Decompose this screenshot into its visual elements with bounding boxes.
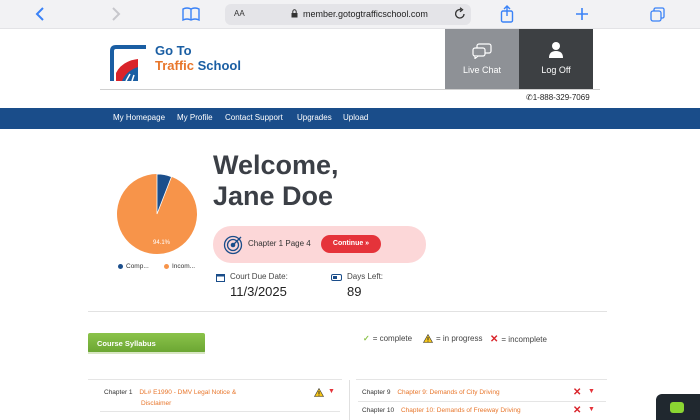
nav-my-profile[interactable]: My Profile [177, 113, 213, 122]
chevron-down-icon[interactable]: ▼ [328, 388, 335, 395]
x-mark-icon: ✕ [573, 405, 582, 416]
course-syllabus-tab[interactable]: Course Syllabus [88, 333, 205, 353]
nav-my-homepage[interactable]: My Homepage [113, 113, 165, 122]
browser-toolbar: AA member.gotogtrafficschool.com [0, 0, 700, 29]
key-progress-label: = in progress [436, 334, 483, 343]
reload-icon[interactable] [454, 7, 466, 22]
live-chat-button[interactable]: Live Chat [445, 29, 519, 90]
calendar-icon [216, 274, 225, 282]
key-incomplete: ✕ = incomplete [490, 334, 547, 345]
log-off-button[interactable]: Log Off [519, 29, 593, 90]
legend-complete[interactable]: Comp... [118, 263, 149, 270]
legend-incomplete[interactable]: Incom... [164, 263, 195, 270]
logo-mark-icon [110, 45, 146, 82]
checkmark-icon: ✓ [363, 334, 370, 343]
header-divider [100, 89, 600, 90]
chapter-number: Chapter 9 [362, 389, 391, 396]
days-left-icon [331, 274, 342, 281]
welcome-line1: Welcome, [213, 150, 339, 180]
days-left-label: Days Left: [347, 272, 384, 281]
pie-data-label: 94.1% [153, 240, 171, 246]
key-in-progress: = in progress [423, 334, 482, 343]
new-tab-icon[interactable] [573, 4, 591, 24]
legend-swatch-complete [118, 264, 123, 269]
phone-number[interactable]: ✆1-888-329-7069 [526, 93, 590, 102]
address-bar[interactable]: AA member.gotogtrafficschool.com [225, 4, 471, 25]
x-mark-icon: ✕ [490, 334, 499, 345]
chat-icon [670, 402, 684, 413]
progress-pie-chart: 94.1% [117, 173, 197, 254]
syllabus-underline [88, 352, 205, 354]
current-position-card: Chapter 1 Page 4 Continue » [213, 226, 426, 263]
warning-icon [314, 388, 324, 397]
bookmarks-icon[interactable] [181, 4, 201, 24]
lock-icon [291, 9, 298, 20]
welcome-heading: Welcome, Jane Doe [213, 150, 339, 212]
syllabus-row-chapter-9[interactable]: Chapter 9 Chapter 9: Demands of City Dri… [362, 389, 500, 396]
column-divider [349, 380, 350, 420]
share-icon[interactable] [498, 4, 516, 24]
nav-contact-support[interactable]: Contact Support [225, 113, 283, 122]
syllabus-row-chapter-1-cont: Disclaimer [141, 400, 171, 407]
chapter-title-link[interactable]: Chapter 10: Demands of Freeway Driving [401, 407, 521, 414]
site-header: Go To Traffic School Live Chat Log Off [0, 29, 700, 90]
chapter-title-link[interactable]: DL# E1990 - DMV Legal Notice & [139, 389, 236, 396]
key-complete: ✓ = complete [363, 334, 412, 343]
key-complete-label: = complete [372, 334, 413, 343]
syllabus-row-chapter-10[interactable]: Chapter 10 Chapter 10: Demands of Freewa… [362, 407, 521, 414]
chat-bubbles-icon [472, 43, 492, 59]
site-logo[interactable]: Go To Traffic School [108, 43, 258, 85]
tabs-icon[interactable] [648, 4, 666, 24]
legend-swatch-incomplete [164, 264, 169, 269]
chapter-title-link[interactable]: Chapter 9: Demands of City Driving [397, 389, 499, 396]
row-divider [100, 411, 340, 412]
logo-text-line1: Go To [155, 43, 192, 58]
court-due-label: Court Due Date: [230, 272, 288, 281]
chat-widget-button[interactable] [656, 394, 700, 420]
text-size-button[interactable]: AA [234, 9, 245, 18]
legend-label-incomplete: Incom... [172, 263, 196, 270]
back-icon[interactable] [32, 4, 48, 24]
phone-icon: ✆ [526, 93, 533, 102]
phone-text: 1-888-329-7069 [532, 93, 590, 102]
nav-upload[interactable]: Upload [343, 113, 368, 122]
url-text: member.gotogtrafficschool.com [303, 9, 428, 19]
chapter-number: Chapter 10 [362, 407, 395, 414]
row-divider [88, 379, 342, 380]
user-icon [549, 42, 563, 58]
syllabus-row-chapter-1[interactable]: Chapter 1 DL# E1990 - DMV Legal Notice & [104, 389, 236, 396]
user-name: Jane Doe [213, 181, 334, 211]
legend-label-complete: Comp... [126, 263, 149, 270]
court-due-date: 11/3/2025 [230, 284, 287, 299]
logo-word-school: School [197, 58, 241, 73]
logo-text-line2: Traffic School [155, 58, 241, 73]
row-divider [356, 379, 607, 380]
continue-button[interactable]: Continue » [321, 235, 381, 253]
target-icon [223, 235, 243, 255]
x-mark-icon: ✕ [573, 387, 582, 398]
chevron-down-icon[interactable]: ▼ [588, 406, 595, 413]
warning-icon [423, 334, 433, 343]
logo-word-traffic: Traffic [155, 58, 195, 73]
section-divider [88, 311, 607, 312]
chapter-title-link-cont[interactable]: Disclaimer [141, 400, 171, 407]
row-divider [358, 401, 606, 402]
days-left-value: 89 [347, 284, 362, 299]
live-chat-label: Live Chat [462, 65, 502, 75]
log-off-label: Log Off [541, 65, 571, 75]
key-incomplete-label: = incomplete [501, 335, 547, 344]
nav-upgrades[interactable]: Upgrades [297, 113, 332, 122]
chapter-number: Chapter 1 [104, 389, 133, 396]
main-nav: My Homepage My Profile Contact Support U… [0, 108, 700, 129]
chevron-down-icon[interactable]: ▼ [588, 388, 595, 395]
forward-icon[interactable] [108, 4, 124, 24]
current-chapter-page: Chapter 1 Page 4 [248, 239, 311, 248]
